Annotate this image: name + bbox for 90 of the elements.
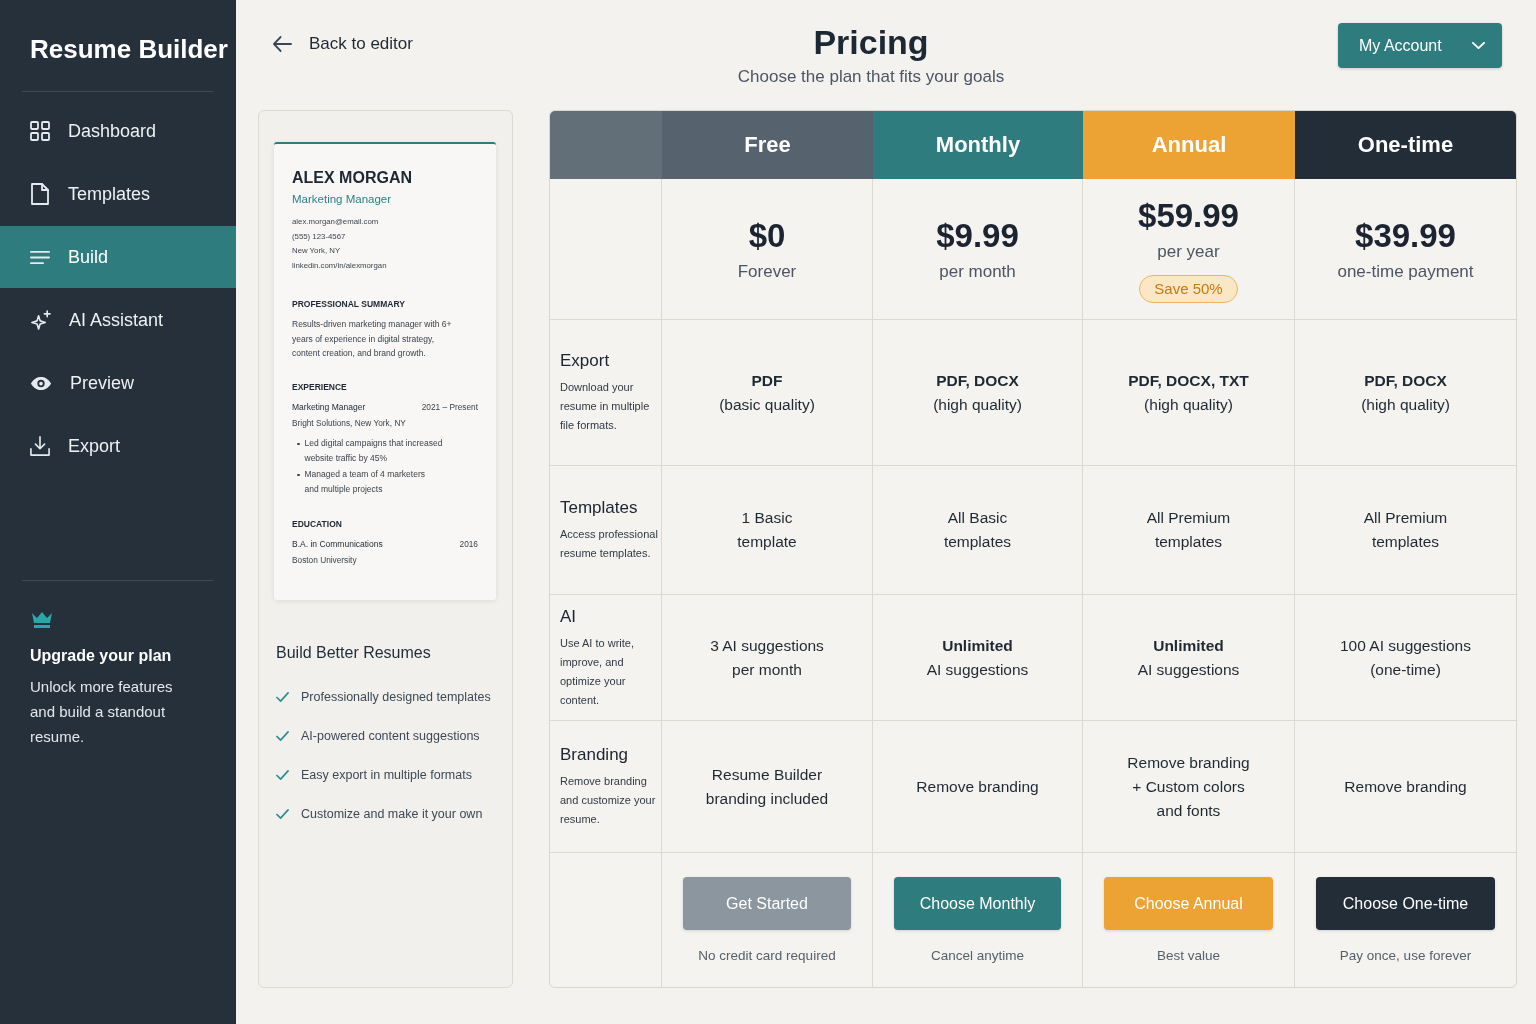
feature-value: 3 AI suggestions per month bbox=[710, 635, 824, 680]
plan-header: Annual bbox=[1083, 111, 1295, 179]
eye-icon bbox=[30, 375, 52, 391]
feature-value: Unlimited AI suggestions bbox=[926, 635, 1029, 680]
nav-item[interactable]: Templates bbox=[0, 163, 236, 225]
benefit-item: Customize and make it your own bbox=[301, 806, 483, 823]
nav-item[interactable]: Preview bbox=[0, 352, 236, 414]
feature-name: Branding bbox=[560, 744, 629, 766]
feature-name: Export bbox=[560, 350, 610, 372]
benefit-item: Easy export in multiple formats bbox=[301, 767, 472, 784]
plan-price: $59.99 bbox=[1138, 195, 1239, 236]
plan-price: $0 bbox=[748, 215, 786, 256]
feature-description: Use AI to write, improve, and optimize your content. bbox=[560, 635, 635, 708]
plan-note: No credit card required bbox=[698, 947, 836, 965]
bullet-icon bbox=[297, 442, 300, 446]
feature-value: 1 Basic template bbox=[737, 508, 797, 552]
feature-name: Templates bbox=[560, 497, 638, 519]
feature-value: Unlimited AI suggestions bbox=[1137, 635, 1240, 680]
check-icon bbox=[276, 809, 289, 819]
resume-section-heading: PROFESSIONAL SUMMARY bbox=[292, 298, 405, 311]
page-title: Pricing bbox=[813, 22, 929, 63]
feature-name: AI bbox=[560, 605, 577, 628]
feature-value: PDF, DOCX, TXT (high quality) bbox=[1128, 370, 1249, 415]
nav-item[interactable]: Dashboard bbox=[0, 100, 236, 162]
feature-value: PDF, DOCX (high quality) bbox=[933, 370, 1022, 415]
resume-section-heading: EDUCATION bbox=[292, 518, 342, 531]
sparkle-icon bbox=[30, 309, 51, 331]
resume-summary: Results-driven marketing manager with 6+ years of experience in digital strategy, content creation, and brand growth. bbox=[292, 318, 453, 360]
document-icon bbox=[31, 183, 49, 205]
download-icon bbox=[30, 436, 50, 456]
feature-value: 100 AI suggestions (one-time) bbox=[1340, 635, 1471, 680]
resume-school: Boston University bbox=[292, 554, 357, 568]
price-period: per month bbox=[939, 260, 1016, 283]
price-period: one-time payment bbox=[1337, 260, 1474, 283]
resume-role: Marketing Manager bbox=[292, 192, 392, 206]
feature-value: All Premium templates bbox=[1363, 508, 1448, 552]
feature-value: Remove branding bbox=[916, 776, 1039, 797]
feature-description: Access professional resume templates. bbox=[560, 527, 658, 561]
lines-icon bbox=[30, 249, 50, 265]
feature-value: Resume Builder branding included bbox=[705, 764, 829, 809]
resume-degree: B.A. in Communications bbox=[292, 538, 383, 552]
grid-icon bbox=[30, 121, 50, 141]
feature-description: Remove branding and customize your resume. bbox=[560, 774, 657, 827]
resume-company: Bright Solutions, New York, NY bbox=[292, 417, 406, 431]
plan-price: $9.99 bbox=[936, 215, 1019, 256]
resume-name: ALEX MORGAN bbox=[292, 168, 412, 188]
resume-bullet-text: Managed a team of 4 marketers and multiple projects bbox=[304, 468, 425, 497]
nav-item[interactable]: AI Assistant bbox=[0, 289, 236, 351]
feature-value: All Premium templates bbox=[1146, 508, 1231, 552]
plan-header: Monthly bbox=[873, 111, 1083, 179]
feature-value: Remove branding + Custom colors and fonts bbox=[1127, 752, 1250, 821]
plan-note: Pay once, use forever bbox=[1339, 947, 1472, 965]
upgrade-title: Upgrade your plan bbox=[30, 646, 172, 666]
check-icon bbox=[276, 692, 289, 702]
crown-icon bbox=[31, 611, 53, 628]
feature-value: PDF (basic quality) bbox=[719, 370, 815, 415]
feature-value: Remove branding bbox=[1344, 776, 1467, 797]
benefit-item: Professionally designed templates bbox=[301, 689, 491, 706]
resume-section-heading: EXPERIENCE bbox=[292, 381, 347, 394]
plan-note: Cancel anytime bbox=[930, 947, 1024, 965]
resume-bullet-text: Led digital campaigns that increased website traffic by 45% bbox=[304, 437, 443, 466]
check-icon bbox=[276, 731, 289, 741]
plan-note: Best value bbox=[1156, 947, 1220, 965]
nav-item[interactable]: Build bbox=[0, 226, 236, 288]
page-subtitle: Choose the plan that fits your goals bbox=[737, 66, 1005, 88]
back-link[interactable]: Back to editor bbox=[273, 33, 413, 55]
plan-header: One-time bbox=[1295, 111, 1516, 179]
plan-price: $39.99 bbox=[1355, 215, 1456, 256]
price-period: per year bbox=[1157, 240, 1220, 263]
price-period: Forever bbox=[737, 260, 797, 283]
resume-year: 2016 bbox=[459, 538, 478, 552]
plan-button[interactable]: Choose One-time bbox=[1316, 877, 1495, 930]
plan-button[interactable]: Choose Monthly bbox=[894, 877, 1061, 930]
account-button[interactable]: My Account bbox=[1338, 23, 1502, 68]
feature-value: All Basic templates bbox=[943, 508, 1012, 552]
feature-description: Download your resume in multiple file formats. bbox=[560, 380, 651, 433]
left-arrow-icon bbox=[273, 36, 292, 52]
resume-job-dates: 2021 – Present bbox=[421, 401, 478, 415]
benefit-item: AI-powered content suggestions bbox=[301, 728, 480, 745]
upgrade-text: Unlock more features and build a standout resume. bbox=[30, 677, 174, 747]
benefits-heading: Build Better Resumes bbox=[276, 643, 431, 663]
savings-badge: Save 50% bbox=[1139, 274, 1238, 303]
chevron-down-icon bbox=[1472, 42, 1485, 49]
bullet-icon bbox=[297, 473, 300, 477]
check-icon bbox=[276, 770, 289, 780]
plan-header: Free bbox=[662, 111, 873, 179]
feature-value: PDF, DOCX (high quality) bbox=[1361, 370, 1450, 415]
resume-job-title: Marketing Manager bbox=[292, 401, 366, 415]
app-title: Resume Builder bbox=[30, 33, 228, 65]
nav-item[interactable]: Export bbox=[0, 415, 236, 477]
